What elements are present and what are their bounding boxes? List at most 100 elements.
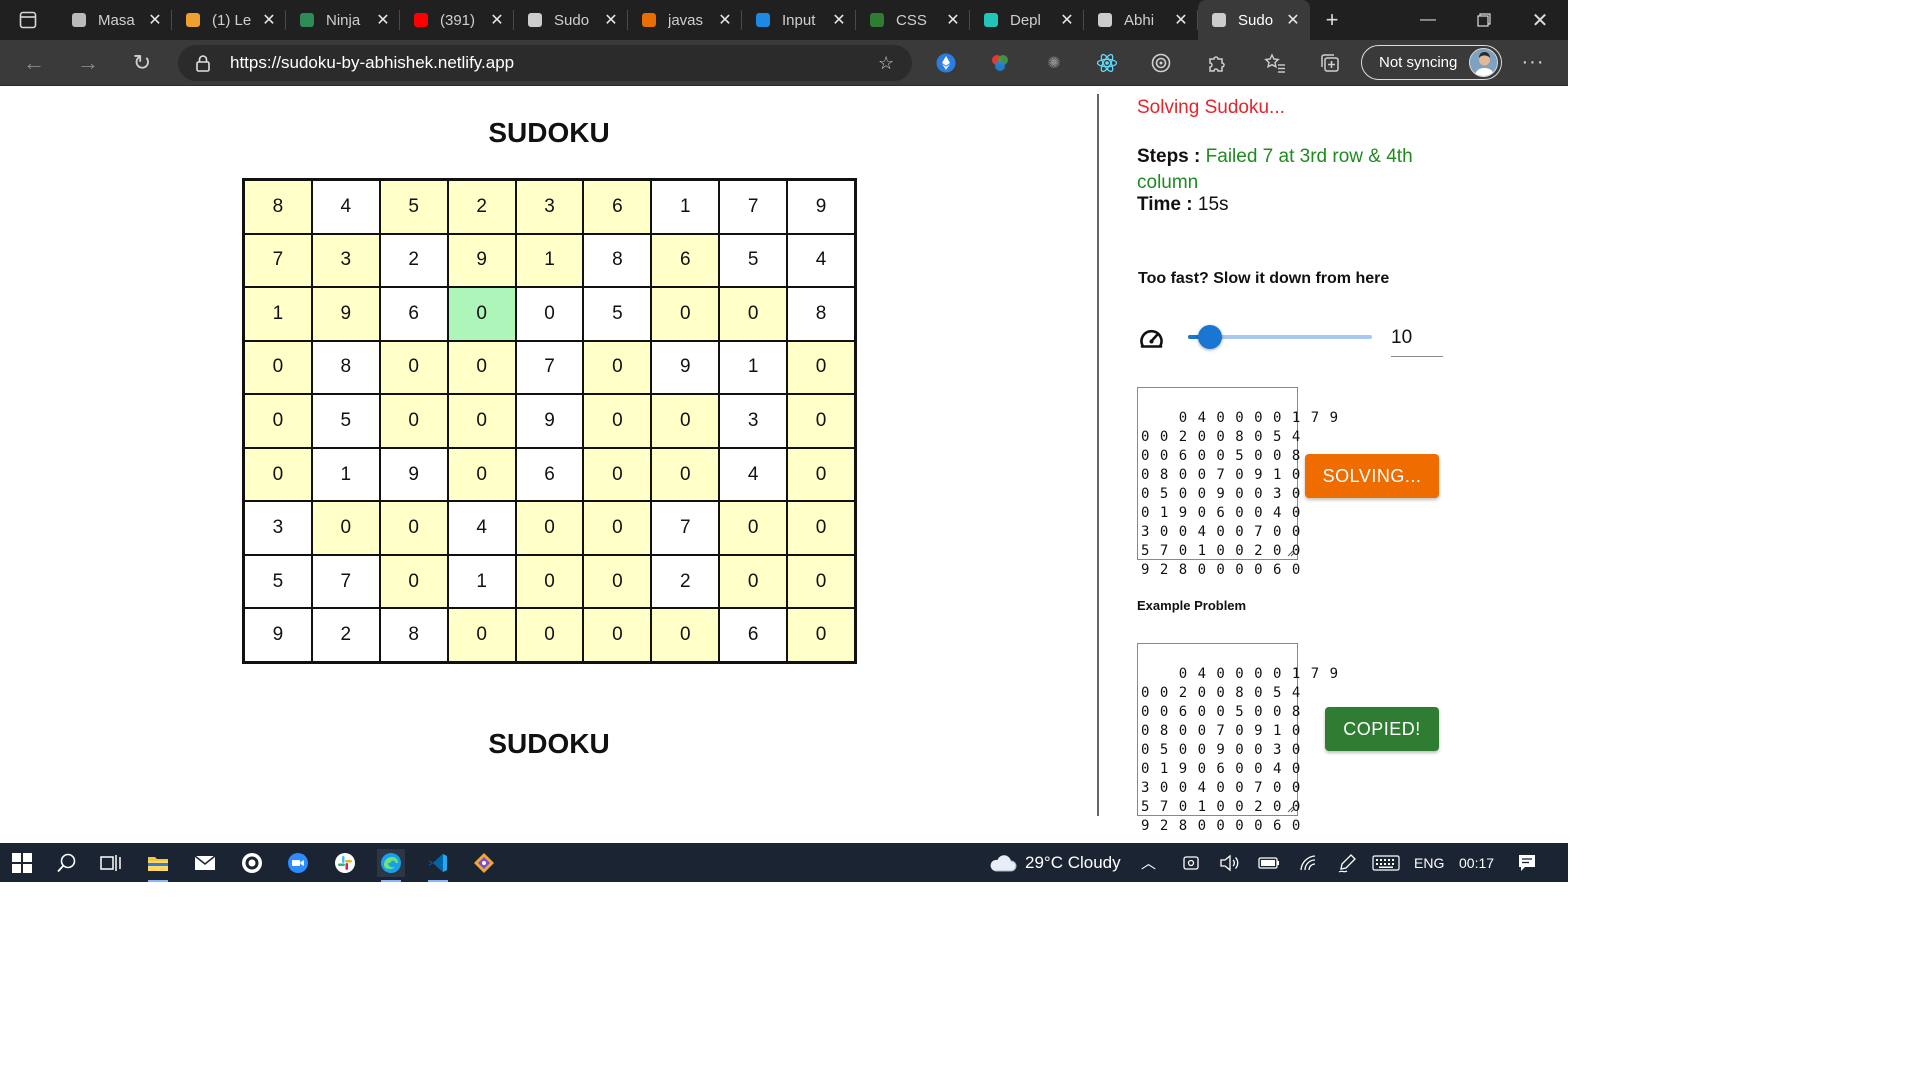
- browser-tab[interactable]: CSS ✕: [856, 0, 970, 40]
- tab-title: Masa: [98, 11, 135, 29]
- sudoku-cell: 0: [719, 287, 788, 341]
- restore-button[interactable]: [1456, 0, 1512, 40]
- extension-ethereum-icon[interactable]: [935, 52, 957, 74]
- notifications-icon[interactable]: [1517, 843, 1537, 882]
- browser-tab[interactable]: Abhi ✕: [1084, 0, 1198, 40]
- close-tab-icon[interactable]: ✕: [830, 11, 848, 29]
- edge-browser-button[interactable]: [377, 849, 405, 882]
- favorites-icon[interactable]: [1264, 52, 1286, 74]
- back-button[interactable]: ←: [17, 46, 51, 80]
- puzzle-input-textarea[interactable]: 0 4 0 0 0 0 1 7 9 0 0 2 0 0 8 0 5 4 0 0 …: [1137, 387, 1338, 578]
- close-tab-icon[interactable]: ✕: [602, 11, 620, 29]
- search-icon: [57, 853, 76, 873]
- close-tab-icon[interactable]: ✕: [488, 11, 506, 29]
- speed-input[interactable]: 10: [1391, 323, 1443, 357]
- extension-react-icon[interactable]: [1096, 52, 1118, 74]
- browser-tab[interactable]: Sudo ✕: [514, 0, 628, 40]
- sudoku-cell: 6: [719, 608, 788, 662]
- browser-tab[interactable]: Ninja ✕: [286, 0, 400, 40]
- clock[interactable]: 00:17: [1459, 843, 1494, 882]
- tab-title: Ninja: [326, 11, 361, 29]
- browser-tab[interactable]: (391) ✕: [400, 0, 514, 40]
- extension-color-picker-icon[interactable]: [989, 52, 1011, 74]
- new-tab-button[interactable]: +: [1304, 0, 1360, 40]
- extension-target-icon[interactable]: [1150, 52, 1172, 74]
- sudoku-cell: 2: [447, 180, 516, 234]
- chevron-up-icon: ︿: [1141, 855, 1157, 872]
- sudoku-cell: 9: [447, 233, 516, 288]
- restore-icon: [1477, 13, 1491, 27]
- start-button[interactable]: [8, 849, 36, 877]
- copy-example-button[interactable]: COPIED!: [1325, 707, 1439, 751]
- address-bar[interactable]: https://sudoku-by-abhishek.netlify.app ☆: [178, 45, 912, 81]
- status-text: Solving Sudoku...: [1137, 97, 1285, 118]
- show-hidden-icons[interactable]: ︿: [1141, 843, 1156, 882]
- windows-logo-icon: [12, 853, 32, 873]
- close-tab-icon[interactable]: ✕: [944, 11, 962, 29]
- search-button[interactable]: [53, 849, 81, 877]
- browser-tab[interactable]: Masa ✕: [58, 0, 172, 40]
- sudoku-cell: 0: [719, 554, 788, 609]
- volume-icon[interactable]: [1219, 843, 1241, 882]
- close-tab-icon[interactable]: ✕: [374, 11, 392, 29]
- battery-icon[interactable]: [1258, 843, 1280, 882]
- extensions-puzzle-icon[interactable]: [1205, 52, 1227, 74]
- sudoku-cell: 0: [651, 394, 720, 448]
- resize-handle-icon[interactable]: [1287, 805, 1295, 813]
- sudoku-cell: 0: [447, 608, 516, 662]
- vscode-button[interactable]: [424, 849, 452, 882]
- sudoku-cell: 5: [311, 394, 380, 448]
- git-tool-button[interactable]: [470, 849, 498, 877]
- close-tab-icon[interactable]: ✕: [1172, 11, 1190, 29]
- browser-tab[interactable]: Sudo ✕: [1198, 0, 1310, 40]
- tab-actions-button[interactable]: [6, 6, 50, 34]
- sudoku-cell: 4: [787, 233, 855, 288]
- collections-icon[interactable]: [1319, 52, 1341, 74]
- speed-slider-thumb[interactable]: [1197, 325, 1222, 349]
- settings-more-button[interactable]: ···: [1518, 51, 1548, 75]
- sudoku-cell: 1: [244, 287, 312, 341]
- edge-icon: [381, 853, 401, 873]
- zoom-button[interactable]: [284, 849, 312, 877]
- close-tab-icon[interactable]: ✕: [1284, 11, 1302, 29]
- sudoku-cell: 0: [583, 340, 652, 395]
- refresh-button[interactable]: ↻: [125, 46, 159, 80]
- mail-button[interactable]: [191, 849, 219, 877]
- close-icon: ✕: [1531, 9, 1549, 32]
- task-view-icon: [100, 855, 121, 871]
- browser-tab[interactable]: (1) Le ✕: [172, 0, 286, 40]
- solve-button[interactable]: SOLVING...: [1305, 454, 1439, 498]
- example-textarea[interactable]: 0 4 0 0 0 0 1 7 9 0 0 2 0 0 8 0 5 4 0 0 …: [1137, 643, 1338, 834]
- ninja-icon: [1096, 11, 1114, 29]
- browser-tab[interactable]: javas ✕: [628, 0, 742, 40]
- sudoku-cell: 8: [379, 608, 448, 662]
- panel-divider: [1097, 94, 1099, 816]
- extension-bug-icon[interactable]: ✺: [1043, 52, 1065, 74]
- language-indicator[interactable]: ENG: [1414, 843, 1444, 882]
- task-view-button[interactable]: [97, 849, 125, 877]
- cloud-icon: [990, 854, 1017, 871]
- add-favorite-icon[interactable]: ☆: [878, 53, 900, 75]
- tray-meet-icon[interactable]: [1182, 843, 1200, 882]
- minimize-button[interactable]: —: [1400, 0, 1456, 40]
- forward-button[interactable]: →: [71, 46, 105, 80]
- github-desktop-button[interactable]: [238, 849, 266, 877]
- close-tab-icon[interactable]: ✕: [146, 11, 164, 29]
- sudoku-cell: 0: [583, 608, 652, 662]
- resize-handle-icon[interactable]: [1287, 549, 1295, 557]
- file-explorer-button[interactable]: [144, 849, 172, 882]
- sudoku-cell: 5: [379, 180, 448, 234]
- close-tab-icon[interactable]: ✕: [716, 11, 734, 29]
- profile-button[interactable]: Not syncing: [1361, 45, 1502, 80]
- close-tab-icon[interactable]: ✕: [260, 11, 278, 29]
- browser-tab[interactable]: Depl ✕: [970, 0, 1084, 40]
- sudoku-cell: 6: [379, 287, 448, 341]
- close-tab-icon[interactable]: ✕: [1058, 11, 1076, 29]
- close-window-button[interactable]: ✕: [1512, 0, 1568, 40]
- wifi-icon[interactable]: [1298, 843, 1318, 882]
- slack-button[interactable]: [331, 849, 359, 877]
- pen-icon[interactable]: [1337, 843, 1357, 882]
- keyboard-icon[interactable]: [1372, 843, 1400, 882]
- browser-tab[interactable]: Input ✕: [742, 0, 856, 40]
- weather-widget[interactable]: 29°C Cloudy: [987, 843, 1121, 882]
